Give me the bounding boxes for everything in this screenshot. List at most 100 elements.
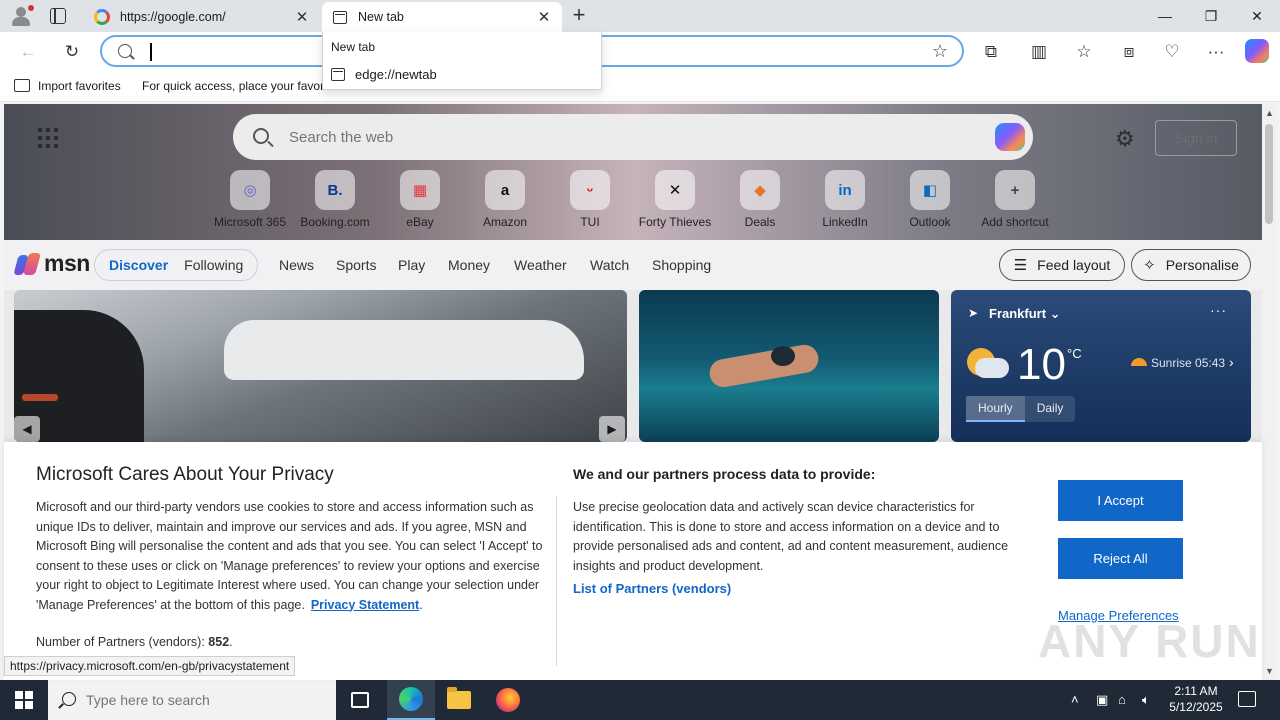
shortcut-outlook[interactable]: ◧ Outlook — [885, 170, 975, 229]
shortcut-label: eBay — [406, 215, 434, 229]
vendors-list-link[interactable]: List of Partners (vendors) — [573, 581, 731, 596]
tab-actions-icon[interactable] — [50, 8, 66, 24]
taskbar-search-input[interactable] — [86, 690, 326, 710]
sunrise-time: Sunrise 05:43 — [1151, 356, 1226, 370]
close-tab-icon[interactable]: ✕ — [536, 8, 552, 26]
accept-button[interactable]: I Accept — [1058, 480, 1183, 521]
file-explorer-button[interactable] — [435, 680, 483, 720]
privacy-statement-link[interactable]: Privacy Statement — [311, 598, 419, 612]
msn-logo[interactable]: msn — [16, 250, 90, 277]
firefox-button[interactable] — [484, 680, 532, 720]
split-screen-icon[interactable]: ▥ — [1025, 38, 1053, 66]
copilot-icon[interactable] — [995, 123, 1025, 151]
back-button[interactable]: ← — [14, 38, 42, 66]
shortcut-forty-thieves[interactable]: ✕ Forty Thieves — [630, 170, 720, 229]
news-card-rain-car[interactable]: ◀ ▶ — [14, 290, 627, 442]
consent-right-body: Use precise geolocation data and activel… — [573, 500, 1009, 573]
shortcut-linkedin[interactable]: in LinkedIn — [800, 170, 890, 229]
feed-layout-button[interactable]: ☰ Feed layout — [999, 249, 1125, 281]
gear-icon[interactable]: ⚙ — [1115, 126, 1135, 152]
scroll-thumb[interactable] — [1265, 124, 1273, 224]
nav-watch[interactable]: Watch — [590, 257, 629, 273]
edge-icon — [399, 687, 423, 711]
tab-daily[interactable]: Daily — [1025, 396, 1076, 422]
favorite-star-icon[interactable]: ☆ — [932, 41, 948, 62]
windows-start-icon[interactable] — [15, 691, 33, 709]
nav-sports[interactable]: Sports — [336, 257, 376, 273]
carousel-next-icon[interactable]: ▶ — [599, 416, 625, 442]
nav-news[interactable]: News — [279, 257, 314, 273]
shortcut-icon: ᵕ — [570, 170, 610, 210]
new-tab-button[interactable]: + — [568, 4, 590, 27]
shortcut-label: Outlook — [909, 215, 951, 229]
consent-body: Microsoft and our third-party vendors us… — [36, 500, 543, 612]
page-icon — [331, 67, 345, 81]
copilot-icon[interactable] — [1245, 39, 1269, 63]
suggestion-item[interactable]: edge://newtab — [331, 64, 437, 84]
newtab-icon — [332, 9, 348, 25]
taskbar-search[interactable] — [48, 680, 336, 720]
web-search-input[interactable] — [289, 126, 969, 148]
extensions-icon[interactable]: ⧉ — [977, 38, 1005, 66]
browser-essentials-icon[interactable]: ♡ — [1158, 38, 1186, 66]
notifications-icon[interactable] — [1238, 691, 1256, 707]
reject-all-button[interactable]: Reject All — [1058, 538, 1183, 579]
shortcut-add-shortcut[interactable]: + Add shortcut — [970, 170, 1060, 229]
shortcut-tui[interactable]: ᵕ TUI — [545, 170, 635, 229]
nav-weather[interactable]: Weather — [514, 257, 567, 273]
shortcut-deals[interactable]: ◆ Deals — [715, 170, 805, 229]
shortcut-ebay[interactable]: ▦ eBay — [375, 170, 465, 229]
shortcut-amazon[interactable]: a Amazon — [460, 170, 550, 229]
personalise-button[interactable]: ✧ Personalise — [1131, 249, 1251, 281]
news-card-swimmer[interactable] — [639, 290, 939, 442]
network-icon[interactable]: ⌂ — [1118, 692, 1126, 707]
msn-butterfly-icon — [16, 253, 40, 275]
web-search-box[interactable] — [233, 114, 1033, 160]
task-view-button[interactable] — [336, 680, 384, 720]
clock-date: 5/12/2025 — [1169, 700, 1223, 714]
restore-button[interactable]: ❐ — [1188, 0, 1234, 32]
google-icon — [94, 9, 110, 25]
nav-money[interactable]: Money — [448, 257, 490, 273]
app-launcher-icon[interactable] — [38, 128, 58, 148]
tab-hourly[interactable]: Hourly — [966, 396, 1025, 422]
more-options-icon[interactable]: ··· — [1210, 302, 1227, 318]
nav-shopping[interactable]: Shopping — [652, 257, 711, 273]
import-favorites-icon — [14, 79, 30, 92]
tab-new-tab[interactable]: New tab ✕ — [322, 2, 562, 32]
shortcut-label: LinkedIn — [822, 215, 868, 229]
sign-in-button[interactable]: Sign in — [1155, 120, 1237, 156]
clock-time: 2:11 AM — [1174, 684, 1218, 698]
collections-icon[interactable]: ⧈ — [1115, 38, 1143, 66]
search-icon — [62, 692, 76, 706]
carousel-prev-icon[interactable]: ◀ — [14, 416, 40, 442]
tab-google[interactable]: https://google.com/ ✕ — [84, 2, 320, 32]
chevron-right-icon[interactable]: › — [1229, 354, 1234, 370]
import-favorites-link[interactable]: Import favorites — [38, 79, 121, 93]
firefox-icon — [496, 688, 520, 712]
vertical-scrollbar[interactable]: ▲ ▼ — [1262, 104, 1276, 680]
sunrise-icon — [1131, 358, 1147, 366]
weather-card[interactable]: ➤ Frankfurt ⌄ ··· 10 °C Sunrise 05:43 › … — [951, 290, 1251, 442]
chevron-up-icon[interactable]: ˄ — [1071, 692, 1079, 707]
favorites-icon[interactable]: ☆ — [1070, 38, 1098, 66]
shortcut-microsoft-365[interactable]: ◎ Microsoft 365 — [205, 170, 295, 229]
volume-icon[interactable]: 🔈︎ — [1142, 692, 1150, 708]
shortcut-booking-com[interactable]: B. Booking.com — [290, 170, 380, 229]
close-tab-icon[interactable]: ✕ — [294, 8, 310, 26]
device-icon[interactable]: ▣ — [1096, 692, 1108, 708]
tab-following[interactable]: Following — [176, 257, 251, 273]
scroll-up-icon[interactable]: ▲ — [1265, 108, 1274, 118]
profile-icon[interactable] — [8, 4, 34, 28]
nav-play[interactable]: Play — [398, 257, 425, 273]
tab-discover[interactable]: Discover — [101, 257, 176, 273]
close-window-button[interactable]: ✕ — [1234, 0, 1280, 32]
settings-more-icon[interactable]: ··· — [1202, 38, 1230, 66]
refresh-button[interactable]: ↻ — [58, 38, 86, 66]
search-icon — [253, 128, 269, 144]
scroll-down-icon[interactable]: ▼ — [1265, 666, 1274, 676]
minimize-button[interactable]: — — [1142, 0, 1188, 32]
weather-location[interactable]: Frankfurt ⌄ — [989, 306, 1061, 322]
taskbar-clock[interactable]: 2:11 AM 5/12/2025 — [1162, 683, 1230, 715]
edge-taskbar-button[interactable] — [387, 680, 435, 720]
